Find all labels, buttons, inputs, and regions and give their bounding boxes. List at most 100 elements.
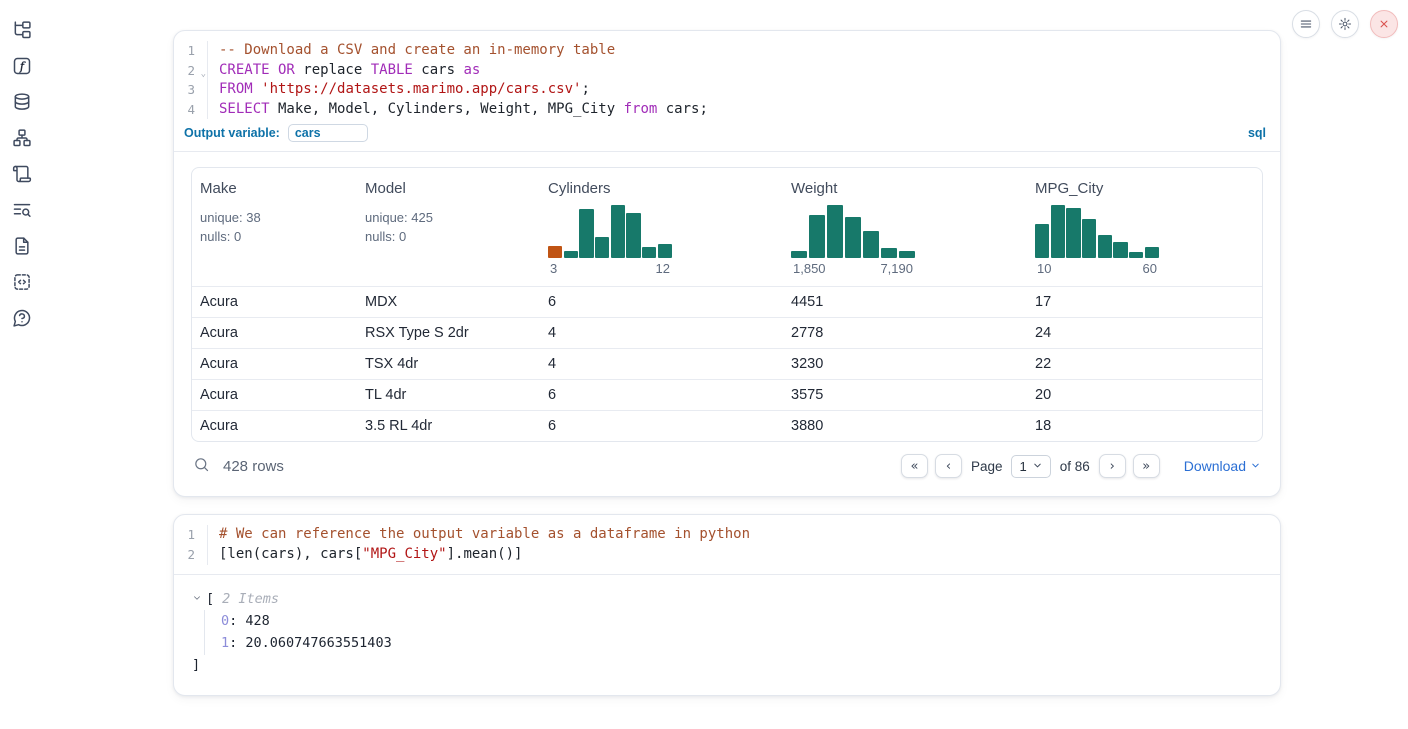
code-line[interactable]: 4SELECT Make, Model, Cylinders, Weight, …	[174, 100, 1280, 120]
table-row[interactable]: AcuraRSX Type S 2dr4277824	[192, 317, 1262, 348]
page-number-value: 1	[1019, 459, 1026, 474]
table-cell: MDX	[357, 287, 540, 317]
document-icon	[12, 236, 32, 256]
chevron-down-icon	[1032, 459, 1043, 474]
window-controls	[1292, 10, 1398, 38]
histogram-bar	[809, 215, 825, 258]
column-histogram: 1,8507,190	[791, 205, 915, 276]
tree-item-count: 2 Items	[222, 588, 279, 610]
histogram-bar	[658, 244, 672, 258]
table-row[interactable]: AcuraMDX6445117	[192, 286, 1262, 317]
table-cell: 6	[540, 411, 783, 441]
column-name: Model	[365, 180, 532, 197]
tree-item-index: 0	[221, 613, 229, 629]
tree-item-value: : 20.060747663551403	[229, 635, 392, 651]
function-square-icon: f	[12, 56, 32, 76]
tree-item-index: 1	[221, 635, 229, 651]
menu-button[interactable]	[1292, 10, 1320, 38]
histogram-bar	[827, 205, 843, 258]
download-label: Download	[1184, 458, 1246, 474]
cars-data-table: Makeunique: 38nulls: 0Modelunique: 425nu…	[191, 167, 1263, 442]
histogram-bar	[1066, 208, 1080, 258]
sidebar-file-tree-button[interactable]	[8, 16, 36, 44]
python-code-editor[interactable]: 1# We can reference the output variable …	[174, 515, 1280, 574]
column-header-weight[interactable]: Weight1,8507,190	[783, 168, 1027, 286]
sidebar-database-button[interactable]	[8, 88, 36, 116]
table-row[interactable]: Acura3.5 RL 4dr6388018	[192, 410, 1262, 441]
line-number: 1	[174, 41, 208, 61]
table-search-button[interactable]	[193, 456, 210, 476]
sidebar-document-button[interactable]	[8, 232, 36, 260]
code-line[interactable]: 1# We can reference the output variable …	[174, 525, 1280, 545]
gear-icon	[1338, 17, 1352, 31]
tree-collapse-toggle[interactable]	[192, 588, 202, 610]
close-button[interactable]	[1370, 10, 1398, 38]
code-line[interactable]: 2⌄CREATE OR replace TABLE cars as	[174, 61, 1280, 81]
table-cell: 4	[540, 318, 783, 348]
last-page-button[interactable]: »	[1133, 454, 1160, 478]
output-variable-label: Output variable:	[184, 126, 280, 140]
sidebar-snippets-button[interactable]	[8, 268, 36, 296]
table-cell: TSX 4dr	[357, 349, 540, 379]
table-cell: RSX Type S 2dr	[357, 318, 540, 348]
table-cell: 4	[540, 349, 783, 379]
column-header-mpg_city[interactable]: MPG_City1060	[1027, 168, 1262, 286]
sidebar-scroll-button[interactable]	[8, 160, 36, 188]
tree-item: 1: 20.060747663551403	[221, 632, 1264, 655]
code-line[interactable]: 2[len(cars), cars["MPG_City"].mean()]	[174, 545, 1280, 565]
page-number-select[interactable]: 1	[1011, 455, 1050, 478]
snippets-icon	[12, 272, 32, 292]
sidebar-dependency-graph-button[interactable]	[8, 124, 36, 152]
table-row[interactable]: AcuraTL 4dr6357520	[192, 379, 1262, 410]
code-line[interactable]: 1-- Download a CSV and create an in-memo…	[174, 41, 1280, 61]
line-number: 4	[174, 100, 208, 120]
tree-item-value: : 428	[229, 613, 270, 629]
helper-sidebar: f	[0, 0, 44, 729]
menu-icon	[1299, 17, 1313, 31]
column-header-make[interactable]: Makeunique: 38nulls: 0	[192, 168, 357, 286]
histogram-bar	[564, 251, 578, 258]
histogram-bar	[595, 237, 609, 258]
column-name: Make	[200, 180, 349, 197]
code-line[interactable]: 3FROM 'https://datasets.marimo.app/cars.…	[174, 80, 1280, 100]
language-badge[interactable]: sql	[1248, 126, 1266, 140]
column-header-model[interactable]: Modelunique: 425nulls: 0	[357, 168, 540, 286]
table-cell: 6	[540, 380, 783, 410]
sidebar-help-bubble-button[interactable]	[8, 304, 36, 332]
table-cell: 3.5 RL 4dr	[357, 411, 540, 441]
download-button[interactable]: Download	[1184, 458, 1261, 474]
histogram-bar	[1113, 242, 1127, 258]
python-output-tree: [ 2 Items 0: 4281: 20.060747663551403 ]	[174, 575, 1280, 695]
table-cell: Acura	[192, 380, 357, 410]
table-cell: Acura	[192, 287, 357, 317]
line-number: 2	[174, 545, 208, 565]
chevron-down-icon	[1250, 458, 1261, 474]
column-header-cylinders[interactable]: Cylinders312	[540, 168, 783, 286]
histogram-bar	[548, 246, 562, 258]
file-tree-icon	[12, 20, 32, 40]
notebook-area: 1-- Download a CSV and create an in-memo…	[173, 0, 1281, 713]
prev-page-button[interactable]: ‹	[935, 454, 962, 478]
histogram-bar	[642, 247, 656, 258]
histogram-bar	[1145, 247, 1159, 258]
row-count: 428 rows	[223, 458, 284, 475]
table-cell: 24	[1027, 318, 1262, 348]
column-histogram: 312	[548, 205, 672, 276]
table-footer: 428 rows « ‹ Page 1 of 86 › » Do	[191, 454, 1263, 478]
next-page-button[interactable]: ›	[1099, 454, 1126, 478]
sidebar-function-square-button[interactable]: f	[8, 52, 36, 80]
histogram-bar	[579, 209, 593, 258]
gear-button[interactable]	[1331, 10, 1359, 38]
sidebar-list-search-button[interactable]	[8, 196, 36, 224]
table-row[interactable]: AcuraTSX 4dr4323022	[192, 348, 1262, 379]
table-cell: 20	[1027, 380, 1262, 410]
histogram-bar	[626, 213, 640, 258]
code-text: -- Download a CSV and create an in-memor…	[208, 41, 615, 61]
page-total: of 86	[1060, 459, 1090, 474]
database-icon	[12, 92, 32, 112]
sql-cell-footer: Output variable: sql	[174, 119, 1280, 152]
output-variable-input[interactable]	[288, 124, 368, 142]
first-page-button[interactable]: «	[901, 454, 928, 478]
histogram-bar	[1129, 252, 1143, 258]
sql-code-editor[interactable]: 1-- Download a CSV and create an in-memo…	[174, 31, 1280, 119]
